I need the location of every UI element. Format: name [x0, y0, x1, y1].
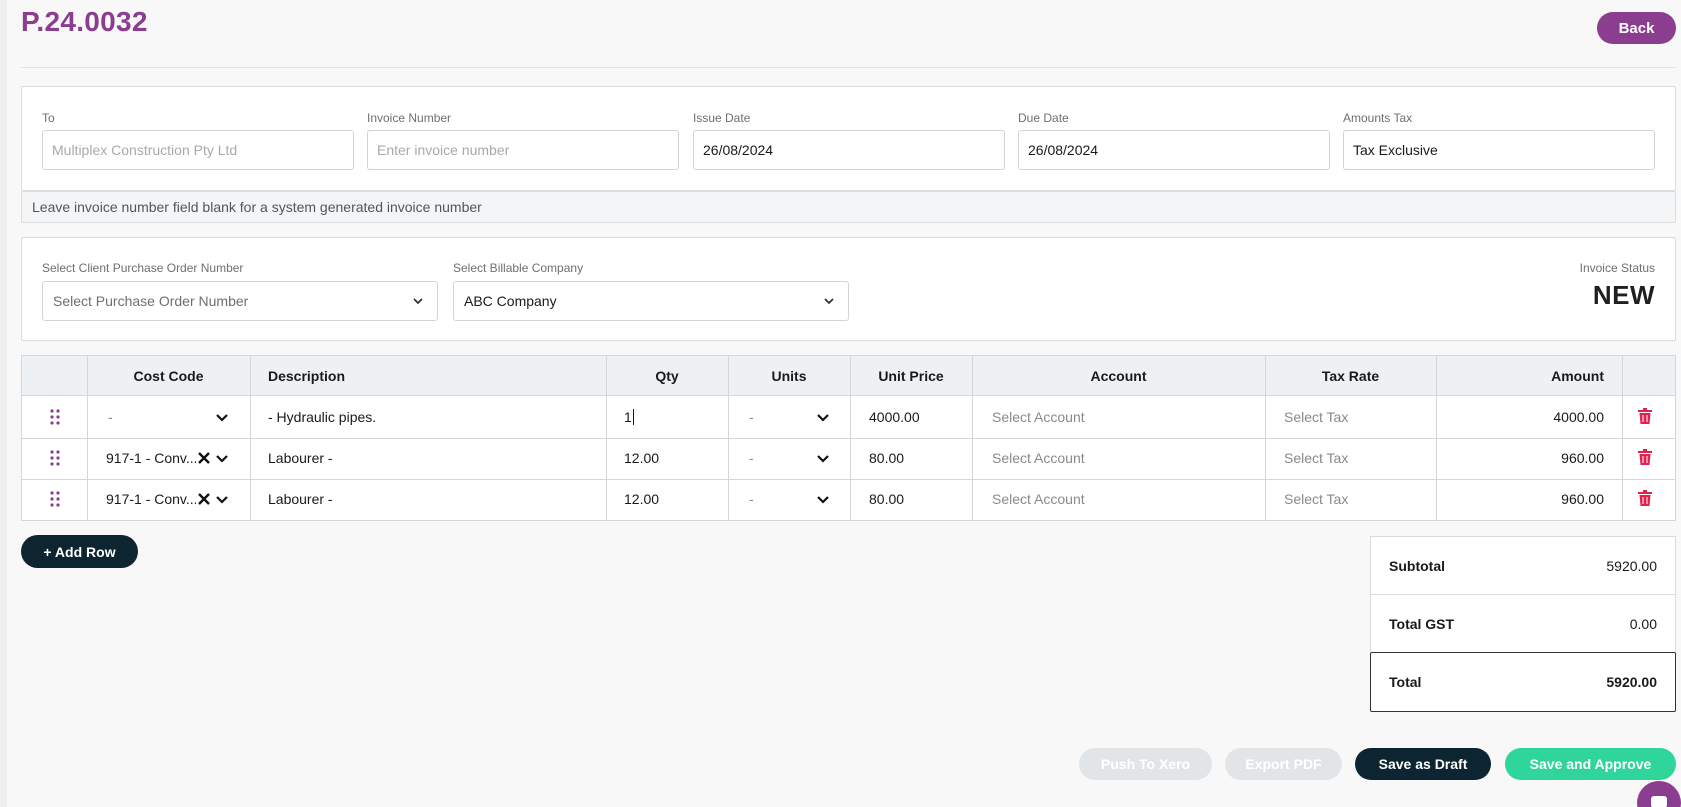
th-cost-code: Cost Code	[133, 368, 204, 384]
line-items-table: Cost Code Description Qty Units Unit Pri…	[21, 355, 1676, 521]
th-amount: Amount	[1551, 368, 1604, 384]
th-unit-price: Unit Price	[878, 368, 944, 384]
qty-input[interactable]: 12.00	[624, 479, 724, 519]
description-input[interactable]: Labourer -	[268, 479, 598, 519]
due-date-label: Due Date	[1018, 111, 1069, 125]
total-row: Total 5920.00	[1370, 652, 1676, 712]
to-label: To	[42, 111, 55, 125]
billable-company-value: ABC Company	[464, 293, 557, 309]
gst-value: 0.00	[1629, 615, 1657, 632]
cost-code-select[interactable]: 917-1 - Conv...	[106, 479, 196, 519]
gst-row: Total GST 0.00	[1370, 594, 1676, 652]
clear-x-icon[interactable]	[198, 493, 210, 505]
description-input[interactable]: - Hydraulic pipes.	[268, 397, 598, 437]
to-field[interactable]: Multiplex Construction Pty Ltd	[42, 130, 354, 170]
th-units: Units	[771, 368, 807, 384]
totals-panel: Subtotal 5920.00 Total GST 0.00 Total 59…	[1370, 536, 1676, 712]
tax-rate-select[interactable]: Select Tax	[1284, 397, 1424, 437]
chevron-down-icon[interactable]	[816, 411, 830, 425]
invoice-number-label: Invoice Number	[367, 111, 452, 125]
chat-icon	[1651, 796, 1667, 807]
tax-rate-select[interactable]: Select Tax	[1284, 438, 1424, 478]
gst-label: Total GST	[1389, 615, 1455, 632]
purchase-order-placeholder: Select Purchase Order Number	[53, 293, 249, 309]
total-label: Total	[1389, 674, 1422, 690]
billable-company-select[interactable]: ABC Company	[453, 281, 849, 321]
export-pdf-button[interactable]: Export PDF	[1225, 748, 1342, 780]
th-account: Account	[1090, 368, 1147, 384]
invoice-number-input[interactable]: Enter invoice number	[367, 130, 679, 170]
chevron-down-icon[interactable]	[816, 452, 830, 466]
purchase-order-label: Select Client Purchase Order Number	[42, 261, 244, 275]
chevron-down-icon[interactable]	[816, 493, 830, 507]
cost-code-select[interactable]: -	[108, 397, 198, 437]
col-divider	[1622, 356, 1623, 520]
chevron-down-icon	[824, 298, 834, 305]
qty-input[interactable]: 1	[624, 397, 724, 437]
drag-handle-icon[interactable]	[50, 450, 60, 466]
invoice-number-hint: Leave invoice number field blank for a s…	[21, 191, 1676, 223]
drag-handle-icon[interactable]	[50, 491, 60, 507]
chevron-down-icon[interactable]	[215, 411, 229, 425]
amounts-tax-select[interactable]: Tax Exclusive	[1343, 130, 1655, 170]
unit-price-input[interactable]: 4000.00	[869, 397, 969, 437]
chevron-down-icon	[413, 298, 423, 305]
trash-icon[interactable]	[1638, 449, 1652, 465]
subtotal-value: 5920.00	[1606, 557, 1657, 574]
amounts-tax-label: Amounts Tax	[1343, 111, 1413, 125]
amount-value: 4000.00	[1553, 409, 1604, 425]
account-select[interactable]: Select Account	[992, 438, 1252, 478]
unit-price-input[interactable]: 80.00	[869, 479, 969, 519]
account-select[interactable]: Select Account	[992, 397, 1252, 437]
billable-company-label: Select Billable Company	[453, 261, 584, 275]
qty-value: 1	[624, 409, 632, 425]
tax-rate-select[interactable]: Select Tax	[1284, 479, 1424, 519]
cost-code-select[interactable]: 917-1 - Conv...	[106, 438, 196, 478]
trash-icon[interactable]	[1638, 408, 1652, 424]
issue-date-label: Issue Date	[693, 111, 751, 125]
page-title: P.24.0032	[21, 6, 148, 37]
total-value: 5920.00	[1606, 674, 1657, 690]
save-and-approve-button[interactable]: Save and Approve	[1505, 748, 1676, 780]
units-select[interactable]: -	[749, 438, 799, 478]
push-to-xero-button[interactable]: Push To Xero	[1079, 748, 1212, 780]
chevron-down-icon[interactable]	[215, 493, 229, 507]
subtotal-row: Subtotal 5920.00	[1370, 536, 1676, 594]
clear-x-icon[interactable]	[198, 452, 210, 464]
trash-icon[interactable]	[1638, 490, 1652, 506]
invoice-status-value: NEW	[1592, 280, 1655, 310]
chat-launcher[interactable]	[1637, 781, 1681, 807]
description-input[interactable]: Labourer -	[268, 438, 598, 478]
add-row-button[interactable]: + Add Row	[21, 535, 138, 568]
text-cursor	[632, 409, 634, 425]
save-as-draft-button[interactable]: Save as Draft	[1355, 748, 1491, 780]
amount-value: 960.00	[1561, 491, 1604, 507]
due-date-input[interactable]: 26/08/2024	[1018, 130, 1330, 170]
th-qty: Qty	[655, 368, 679, 384]
selection-card: Select Client Purchase Order Number Sele…	[21, 237, 1676, 341]
units-select[interactable]: -	[749, 397, 799, 437]
amount-value: 960.00	[1561, 450, 1604, 466]
purchase-order-select[interactable]: Select Purchase Order Number	[42, 281, 438, 321]
invoice-header-card: To Multiplex Construction Pty Ltd Invoic…	[21, 86, 1676, 191]
drag-handle-icon[interactable]	[50, 409, 60, 425]
th-tax-rate: Tax Rate	[1321, 368, 1380, 384]
chevron-down-icon[interactable]	[215, 452, 229, 466]
back-button[interactable]: Back	[1597, 12, 1676, 44]
th-description: Description	[268, 368, 346, 384]
col-divider	[250, 356, 251, 520]
divider	[21, 67, 1676, 68]
unit-price-input[interactable]: 80.00	[869, 438, 969, 478]
issue-date-input[interactable]: 26/08/2024	[693, 130, 1005, 170]
account-select[interactable]: Select Account	[992, 479, 1252, 519]
units-select[interactable]: -	[749, 479, 799, 519]
subtotal-label: Subtotal	[1389, 557, 1445, 574]
qty-input[interactable]: 12.00	[624, 438, 724, 478]
left-strip	[0, 0, 7, 807]
invoice-status-label: Invoice Status	[1579, 261, 1655, 275]
